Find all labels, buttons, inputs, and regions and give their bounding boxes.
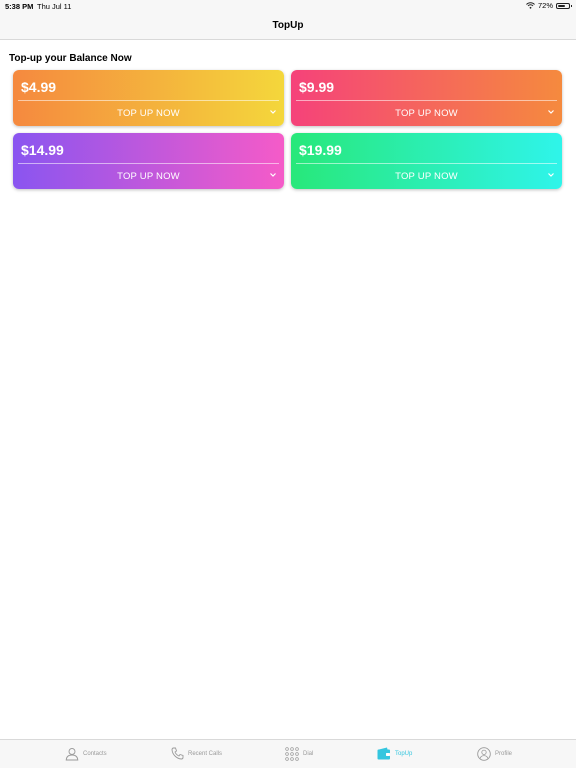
tab-dial[interactable]: Dial: [285, 747, 313, 761]
card-price: $14.99: [21, 142, 64, 158]
section-title: Top-up your Balance Now: [9, 53, 132, 64]
status-bar: 5:38 PM Thu Jul 11 72%: [0, 0, 576, 12]
tab-topup[interactable]: TopUp: [377, 747, 412, 760]
wifi-icon: [526, 2, 535, 9]
topup-card-9-99[interactable]: $9.99 TOP UP NOW: [291, 70, 562, 126]
person-icon: [65, 748, 79, 761]
status-time: 5:38 PM: [5, 2, 34, 11]
tab-recent-calls[interactable]: Recent Calls: [171, 747, 222, 760]
top-up-now-button[interactable]: TOP UP NOW: [13, 171, 284, 182]
keypad-icon: [285, 747, 299, 761]
tab-profile[interactable]: Profile: [477, 747, 512, 761]
battery-fill: [558, 4, 565, 7]
top-up-now-button[interactable]: TOP UP NOW: [13, 108, 284, 119]
battery-icon: [556, 2, 572, 9]
chevron-down-icon[interactable]: [268, 170, 278, 180]
phone-icon: [171, 747, 184, 760]
card-divider: [296, 163, 557, 164]
tab-contacts[interactable]: Contacts: [65, 747, 107, 761]
card-price: $4.99: [21, 79, 57, 95]
chevron-down-icon[interactable]: [546, 170, 556, 180]
navigation-bar: TopUp: [0, 12, 576, 40]
tab-label: Dial: [303, 751, 314, 757]
tab-label: Profile: [495, 751, 513, 757]
topup-card-4-99[interactable]: $4.99 TOP UP NOW: [13, 70, 284, 126]
top-up-now-button[interactable]: TOP UP NOW: [291, 171, 562, 182]
top-up-now-button[interactable]: TOP UP NOW: [291, 108, 562, 119]
status-indicators: 72%: [526, 1, 572, 10]
page-title: TopUp: [272, 20, 304, 31]
profile-icon: [477, 747, 491, 761]
wallet-icon: [377, 747, 390, 760]
chevron-down-icon[interactable]: [546, 107, 556, 117]
topup-card-19-99[interactable]: $19.99 TOP UP NOW: [291, 133, 562, 189]
status-date: Thu Jul 11: [37, 2, 72, 11]
battery-percent: 72%: [537, 1, 553, 10]
tab-label: Recent Calls: [188, 750, 223, 757]
topup-card-14-99[interactable]: $14.99 TOP UP NOW: [13, 133, 284, 189]
tab-label: Contacts: [83, 751, 107, 757]
card-price: $9.99: [299, 79, 335, 95]
tab-label: TopUp: [395, 750, 413, 757]
card-price: $19.99: [299, 142, 342, 158]
card-divider: [18, 163, 279, 164]
card-divider: [18, 100, 279, 101]
card-divider: [296, 100, 557, 101]
chevron-down-icon[interactable]: [268, 107, 278, 117]
tab-bar: Contacts Recent Calls Dial TopUp Profile: [0, 739, 576, 768]
